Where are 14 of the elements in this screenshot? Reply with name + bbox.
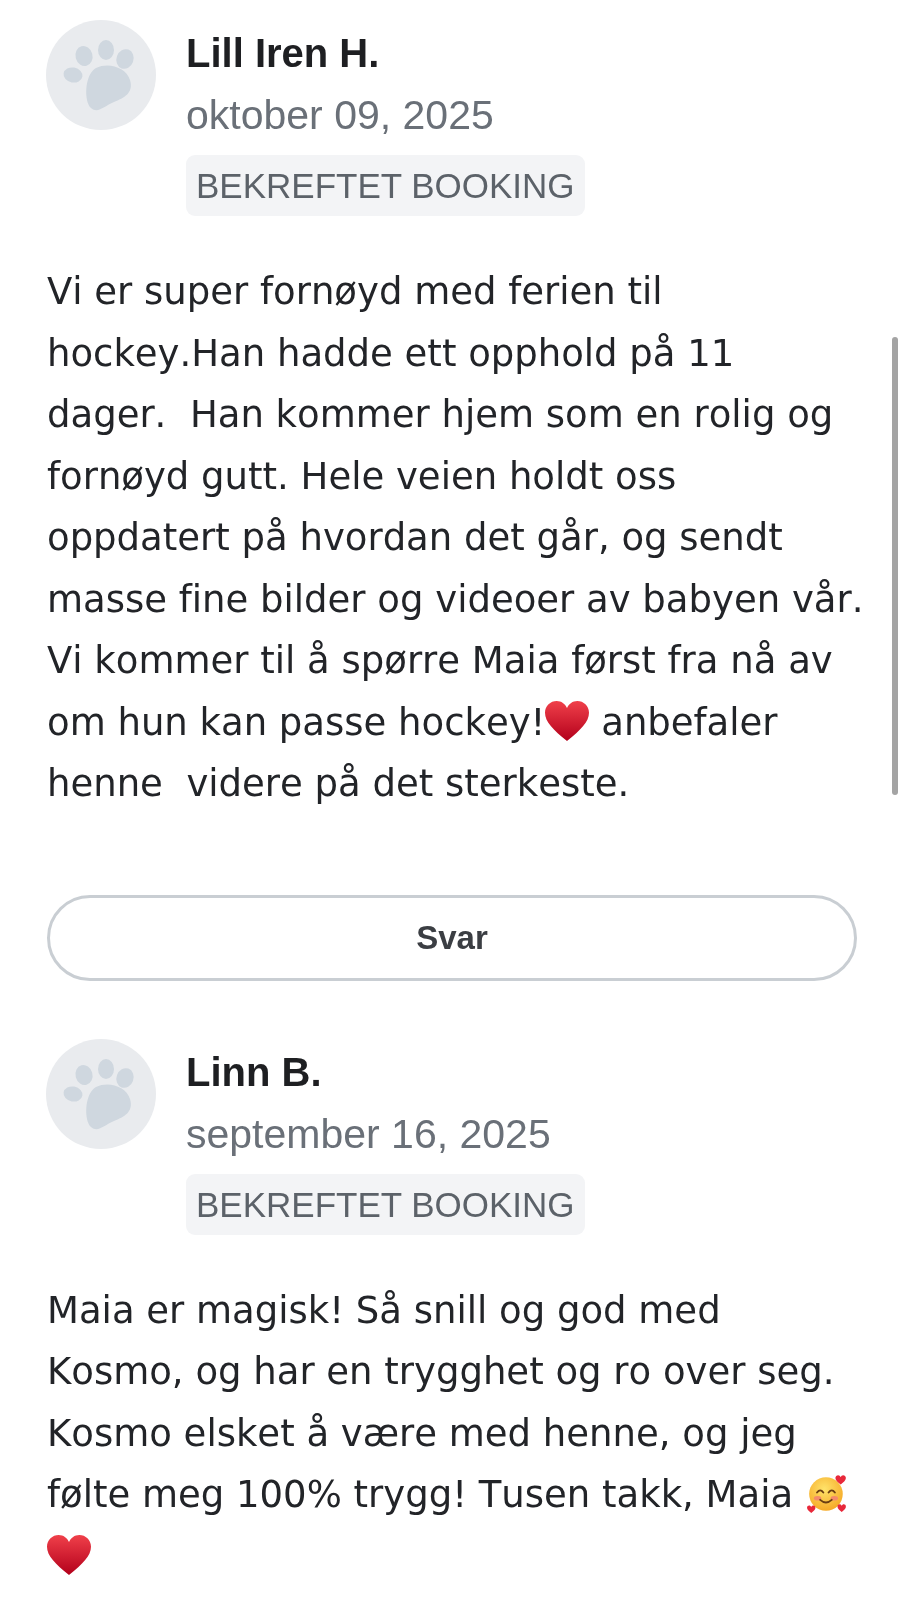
reply-button[interactable]: Svar (47, 894, 857, 981)
review-text: Maia er magisk! Så snill og god med Kosmo, og har en trygghet og ro over seg. Kosmo elsket å være med henne, og jeg følte meg 100% trygg! Tusen takk, Maia (47, 1279, 865, 1587)
review-date: oktober 09, 2025 (186, 91, 494, 140)
verified-badge: BEKREFTET BOOKING (186, 155, 585, 216)
paw-avatar-icon (46, 1038, 156, 1149)
reviewer-name: Lill Iren H. (186, 30, 380, 77)
reviewer-name: Linn B. (186, 1048, 322, 1096)
heart-icon (47, 1533, 91, 1576)
smiling-face-with-hearts-icon (804, 1472, 849, 1514)
verified-badge: BEKREFTET BOOKING (186, 1173, 585, 1235)
paw-avatar-icon (46, 20, 156, 130)
review-date: september 16, 2025 (186, 1109, 551, 1159)
heart-icon (545, 699, 590, 742)
review-text: Vi er super fornøyd med ferien til hockey.Han hadde ett opphold på 11 dager. Han kommer hjem som en rolig og fornøyd gutt. Hele veien holdt oss oppdatert på hvordan det går, og sendt masse fine bilder og videoer av babyen vår. Vi kommer til å spørre Maia først fra nå av om hun kan passe hockey! anbefaler henne videre på det sterkeste. (47, 269, 865, 807)
